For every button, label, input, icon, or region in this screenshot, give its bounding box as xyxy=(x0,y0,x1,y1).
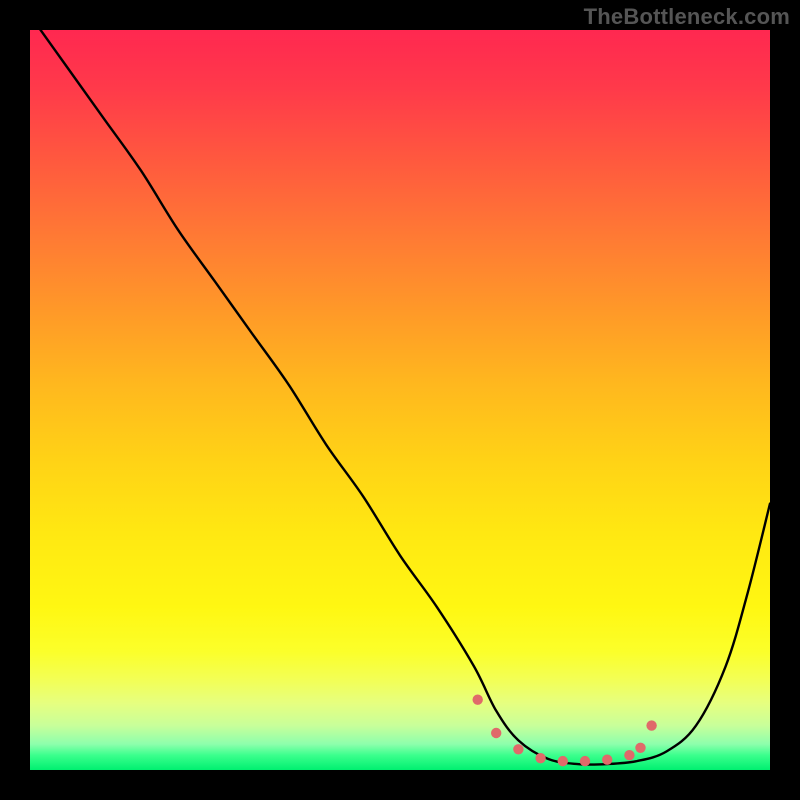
bottleneck-curve xyxy=(30,30,770,765)
watermark-text: TheBottleneck.com xyxy=(584,4,790,30)
valley-dot xyxy=(535,753,545,763)
valley-dot xyxy=(580,756,590,766)
plot-area xyxy=(30,30,770,770)
valley-dot xyxy=(558,756,568,766)
valley-dot xyxy=(602,754,612,764)
valley-dot xyxy=(513,744,523,754)
chart-frame: TheBottleneck.com xyxy=(0,0,800,800)
valley-dot xyxy=(646,720,656,730)
valley-dot xyxy=(473,695,483,705)
curve-svg xyxy=(30,30,770,770)
valley-dots xyxy=(473,695,657,767)
valley-dot xyxy=(491,728,501,738)
valley-dot xyxy=(624,750,634,760)
valley-dot xyxy=(635,743,645,753)
